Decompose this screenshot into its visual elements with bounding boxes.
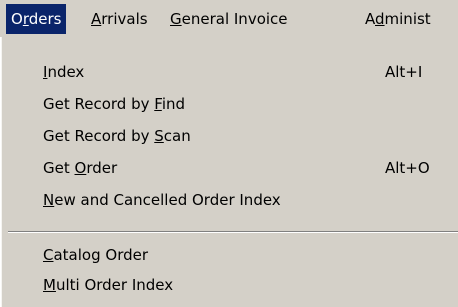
menu-item-label: Multi Order Index <box>43 276 174 294</box>
menu-item-catalog-order[interactable]: Catalog Order <box>0 240 458 270</box>
menu-item-label: Get Order <box>43 159 118 177</box>
shortcut-label: Alt+O <box>385 159 430 177</box>
shortcut-label: Alt+I <box>385 63 423 81</box>
menu-item-label: Get Record by Scan <box>43 127 191 145</box>
menu-item-index[interactable]: Index Alt+I <box>0 57 458 87</box>
orders-dropdown-menu: Index Alt+I Get Record by Find Get Recor… <box>0 37 458 307</box>
menu-item-label: New and Cancelled Order Index <box>43 191 281 209</box>
menu-item-get-record-by-find[interactable]: Get Record by Find <box>0 89 458 119</box>
menu-administration[interactable]: Administ <box>360 4 436 34</box>
menu-item-multi-order-index[interactable]: Multi Order Index <box>0 270 458 300</box>
menu-item-label: Index <box>43 63 85 81</box>
menu-item-get-record-by-scan[interactable]: Get Record by Scan <box>0 121 458 151</box>
menu-orders[interactable]: Orders <box>6 4 67 34</box>
menu-arrivals[interactable]: Arrivals <box>86 4 153 34</box>
menu-item-new-and-cancelled-order-index[interactable]: New and Cancelled Order Index <box>0 185 458 215</box>
menu-item-get-order[interactable]: Get Order Alt+O <box>0 153 458 183</box>
menu-bar: Orders Arrivals General Invoice Administ <box>0 0 458 37</box>
menu-general-invoice[interactable]: General Invoice <box>165 4 293 34</box>
menu-separator <box>8 231 458 233</box>
menu-item-label: Get Record by Find <box>43 95 186 113</box>
menu-item-label: Catalog Order <box>43 246 149 264</box>
